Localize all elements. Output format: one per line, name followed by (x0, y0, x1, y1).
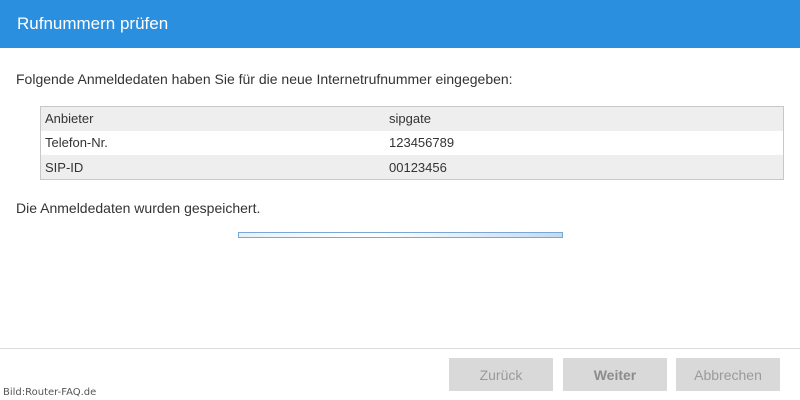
status-message: Die Anmeldedaten wurden gespeichert. (16, 200, 261, 216)
dialog-title: Rufnummern prüfen (17, 14, 169, 33)
table-row-provider: Anbieter sipgate (40, 106, 784, 131)
phone-value: 123456789 (389, 135, 455, 151)
back-button[interactable]: Zurück (449, 358, 553, 391)
cancel-button[interactable]: Abbrechen (676, 358, 780, 391)
intro-text: Folgende Anmeldedaten haben Sie für die … (16, 71, 513, 87)
sip-id-value: 00123456 (389, 159, 447, 175)
dialog-title-bar: Rufnummern prüfen (0, 0, 800, 48)
provider-label: Anbieter (45, 111, 94, 127)
image-credit: Bild:Router-FAQ.de (3, 387, 97, 398)
phone-label: Telefon-Nr. (45, 135, 108, 151)
provider-value: sipgate (389, 111, 431, 127)
sip-id-label: SIP-ID (45, 159, 84, 175)
footer-divider (0, 348, 800, 349)
credentials-table: Anbieter sipgate Telefon-Nr. 123456789 S… (40, 106, 784, 180)
progress-bar-fill (239, 233, 562, 237)
table-row-sip-id: SIP-ID 00123456 (40, 155, 784, 180)
progress-bar (238, 232, 563, 238)
next-button[interactable]: Weiter (563, 358, 667, 391)
table-row-phone: Telefon-Nr. 123456789 (40, 130, 784, 156)
